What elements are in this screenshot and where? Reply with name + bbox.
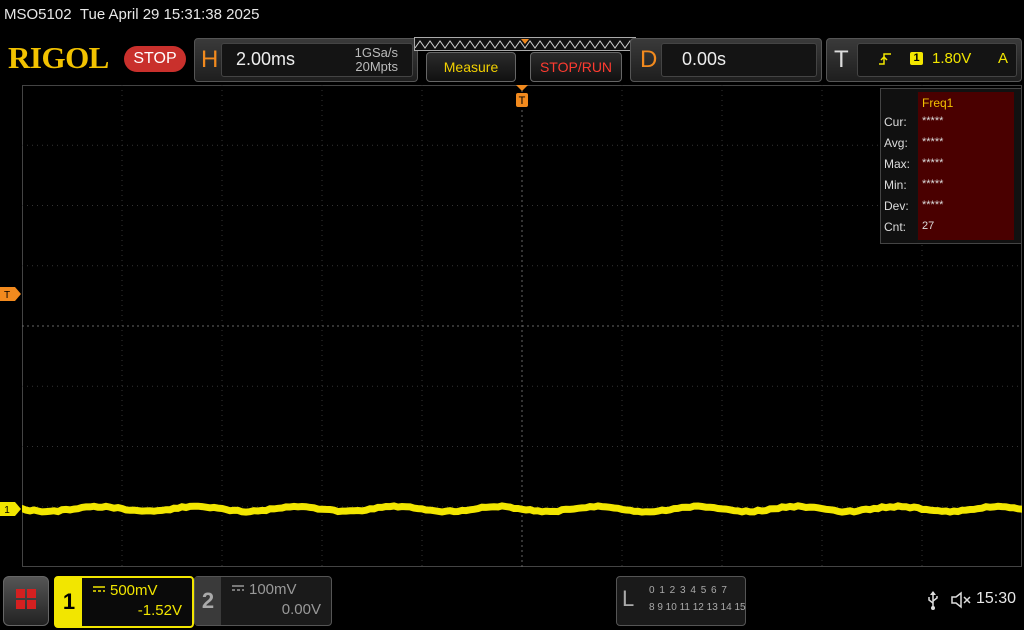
- measure-value-max: *****: [922, 157, 943, 169]
- datetime: Tue April 29 15:31:38 2025: [80, 6, 260, 23]
- dc-coupling-icon: [92, 584, 106, 594]
- ch1-waveform: [22, 506, 1022, 512]
- measure-label-dev: Dev:: [884, 199, 909, 213]
- dc-coupling-icon: [231, 583, 245, 593]
- horizontal-letter: H: [201, 46, 218, 74]
- ch1-number: 1: [56, 578, 82, 626]
- measure-value-cur: *****: [922, 115, 943, 127]
- ch1-ground-marker-label: 1: [4, 505, 10, 516]
- delay-panel[interactable]: D 0.00s: [630, 38, 822, 82]
- logic-analyzer-panel[interactable]: L 0 1 2 3 4 5 6 7 8 9 10 11 12 13 14 15: [616, 576, 746, 626]
- usb-icon: [926, 590, 940, 610]
- trigger-position-label: T: [519, 95, 526, 107]
- model-name: MSO5102: [4, 6, 72, 23]
- measurement-table[interactable]: Cur: Avg: Max: Min: Dev: Cnt: Freq1 ****…: [880, 88, 1022, 244]
- menu-button[interactable]: [3, 576, 49, 626]
- trigger-level-marker[interactable]: T: [0, 287, 22, 301]
- logic-channels-row2: 8 9 10 11 12 13 14 15: [649, 602, 746, 613]
- overview-zigzag: [415, 38, 635, 50]
- title-bar: MSO5102 Tue April 29 15:31:38 2025: [0, 0, 1024, 34]
- measure-value-dev: *****: [922, 199, 943, 211]
- ch2-panel[interactable]: 2 100mV 0.00V: [194, 576, 332, 626]
- timebase-value: 2.00ms: [236, 49, 295, 70]
- trigger-mode: A: [998, 50, 1008, 67]
- menu-icon: [4, 577, 48, 625]
- run-status-badge[interactable]: STOP: [124, 46, 186, 72]
- measure-value-cnt: 27: [922, 220, 934, 232]
- horizontal-panel[interactable]: H 2.00ms 1GSa/s 20Mpts: [194, 38, 418, 82]
- delay-value: 0.00s: [682, 49, 726, 70]
- measure-value-avg: *****: [922, 136, 943, 148]
- trigger-level-marker-label: T: [4, 290, 10, 301]
- trigger-rising-edge-icon: [878, 51, 892, 67]
- measurement-values: Freq1 ***** ***** ***** ***** ***** 27: [918, 92, 1014, 240]
- measure-label-min: Min:: [884, 178, 907, 192]
- ch2-offset: 0.00V: [282, 601, 321, 618]
- ch1-panel[interactable]: 1 500mV -1.52V: [54, 576, 194, 628]
- measure-label-cur: Cur:: [884, 115, 907, 129]
- speaker-muted-icon[interactable]: [950, 590, 972, 610]
- trigger-level: 1.80V: [932, 50, 971, 67]
- sample-rate: 1GSa/s: [355, 45, 398, 60]
- trigger-panel[interactable]: T 1 1.80V A: [826, 38, 1022, 82]
- title-text: MSO5102 Tue April 29 15:31:38 2025: [4, 6, 259, 23]
- horizontal-value-box: 2.00ms 1GSa/s 20Mpts: [221, 43, 413, 77]
- ch2-scale: 100mV: [249, 581, 297, 598]
- ch1-scale: 500mV: [110, 582, 158, 599]
- stop-run-button[interactable]: STOP/RUN: [530, 52, 622, 82]
- measurement-labels: Cur: Avg: Max: Min: Dev: Cnt:: [881, 89, 917, 243]
- delay-value-box: 0.00s: [661, 43, 817, 77]
- logic-analyzer-letter: L: [622, 586, 634, 612]
- clock-time: 15:30: [976, 590, 1016, 608]
- waveform-grid[interactable]: T: [22, 85, 1022, 567]
- measure-value-min: *****: [922, 178, 943, 190]
- logic-channels-row1: 0 1 2 3 4 5 6 7: [649, 585, 728, 596]
- ch1-ground-marker[interactable]: 1: [0, 502, 22, 516]
- trigger-source-badge: 1: [910, 52, 923, 65]
- measure-label-cnt: Cnt:: [884, 220, 906, 234]
- memory-depth: 20Mpts: [355, 59, 398, 74]
- trigger-letter: T: [834, 46, 849, 74]
- measure-button[interactable]: Measure: [426, 52, 516, 82]
- measurement-title: Freq1: [922, 96, 953, 110]
- delay-letter: D: [640, 46, 657, 74]
- brand-logo: RIGOL: [8, 40, 109, 76]
- measure-label-max: Max:: [884, 157, 910, 171]
- trigger-value-box: 1 1.80V A: [857, 43, 1017, 77]
- waveform-overview[interactable]: [414, 37, 636, 51]
- measure-label-avg: Avg:: [884, 136, 908, 150]
- ch1-offset: -1.52V: [138, 602, 182, 619]
- ch2-number: 2: [195, 577, 221, 625]
